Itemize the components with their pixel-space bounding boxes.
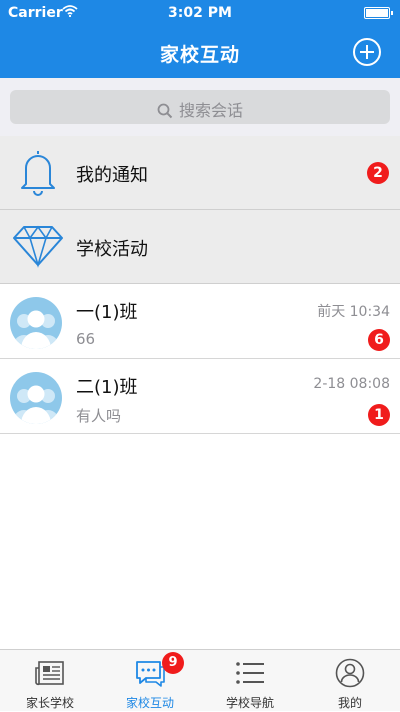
list-item-school-activities[interactable]: 学校活动 — [0, 210, 400, 284]
page-title: 家校互动 — [159, 44, 240, 66]
tab-label: 家长学校 — [25, 696, 74, 710]
chat-preview: 有人吗 — [76, 407, 122, 425]
search-placeholder: 搜索会话 — [178, 101, 243, 120]
chat-time: 2-18 08:08 — [313, 376, 390, 392]
tab-bar: 家长学校 9 家校互动 学校导航 我的 — [0, 649, 400, 711]
search-bar: 搜索会话 — [0, 78, 400, 136]
tab-school-nav[interactable]: 学校导航 — [200, 650, 300, 712]
list-icon — [234, 658, 266, 688]
chat-row[interactable]: 一(1)班 前天 10:34 66 6 — [0, 285, 400, 359]
chat-preview: 66 — [76, 330, 96, 348]
unread-badge: 1 — [368, 404, 390, 426]
group-avatar-icon — [10, 297, 62, 349]
plus-circle-icon[interactable] — [352, 37, 382, 67]
list-item-notifications[interactable]: 我的通知 2 — [0, 136, 400, 210]
newspaper-icon — [34, 658, 66, 688]
chat-row[interactable]: 二(1)班 2-18 08:08 有人吗 1 — [0, 360, 400, 434]
chat-name: 一(1)班 — [76, 302, 138, 323]
status-time: 3:02 PM — [168, 5, 232, 21]
activities-label: 学校活动 — [76, 239, 148, 260]
notifications-label: 我的通知 — [76, 165, 148, 186]
battery-icon — [364, 7, 393, 19]
tab-home-school[interactable]: 9 家校互动 — [100, 650, 200, 712]
status-bar: Carrier 3:02 PM — [0, 0, 400, 26]
unread-badge: 2 — [367, 162, 389, 184]
chat-name: 二(1)班 — [76, 377, 138, 398]
profile-icon — [334, 658, 366, 688]
bell-icon — [16, 148, 60, 196]
tab-label: 我的 — [337, 696, 362, 710]
search-input[interactable]: 搜索会话 — [10, 90, 390, 124]
diamond-icon — [12, 224, 64, 268]
group-avatar-icon — [10, 372, 62, 424]
tab-badge: 9 — [162, 652, 184, 674]
tab-label: 家校互动 — [125, 696, 174, 710]
unread-badge: 6 — [368, 329, 390, 351]
chat-time: 前天 10:34 — [317, 304, 390, 320]
tab-me[interactable]: 我的 — [300, 650, 400, 712]
app-header: Carrier 3:02 PM 家校互动 — [0, 0, 400, 78]
tab-parent-school[interactable]: 家长学校 — [0, 650, 100, 712]
tab-label: 学校导航 — [225, 696, 274, 710]
search-icon — [157, 103, 173, 119]
